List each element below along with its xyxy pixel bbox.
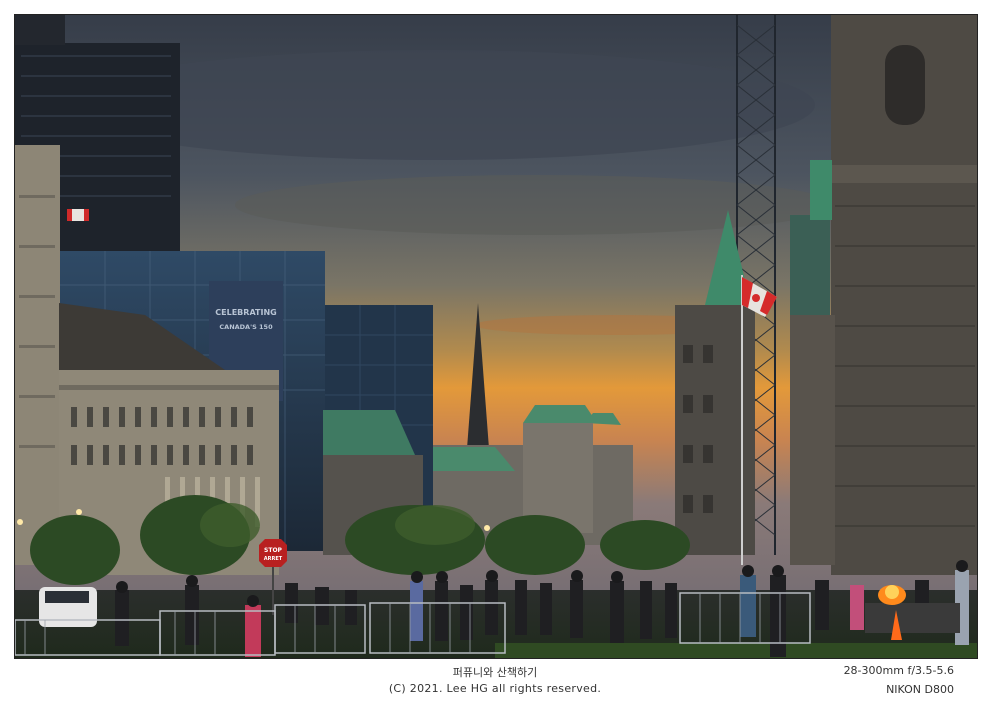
caption-lens: 28-300mm f/3.5-5.6 — [843, 664, 954, 677]
flame-base — [865, 603, 960, 633]
arret-sign-text: ARRET — [264, 556, 283, 562]
top-block — [15, 15, 65, 45]
banner-line-1: CELEBRATING — [215, 308, 276, 317]
photo-scene: CELEBRATING CANADA'S 150 STOP ARRET — [15, 15, 977, 658]
photo-frame: CELEBRATING CANADA'S 150 STOP ARRET — [14, 14, 978, 659]
tower-left-wing-roof — [790, 215, 830, 315]
beige-building — [15, 145, 60, 565]
copper-roof-far — [523, 405, 597, 423]
centennial-flame — [878, 585, 906, 605]
caption-camera: NIKON D800 — [886, 683, 954, 696]
caption-copyright: (C) 2021. Lee HG all rights reserved. — [388, 682, 602, 695]
banner-line-2: CANADA'S 150 — [219, 323, 273, 331]
cloud — [235, 175, 835, 235]
lawn — [495, 643, 977, 658]
stop-sign-text: STOP — [264, 547, 283, 554]
caption-title: 퍼퓨니와 산책하기 — [452, 666, 538, 679]
